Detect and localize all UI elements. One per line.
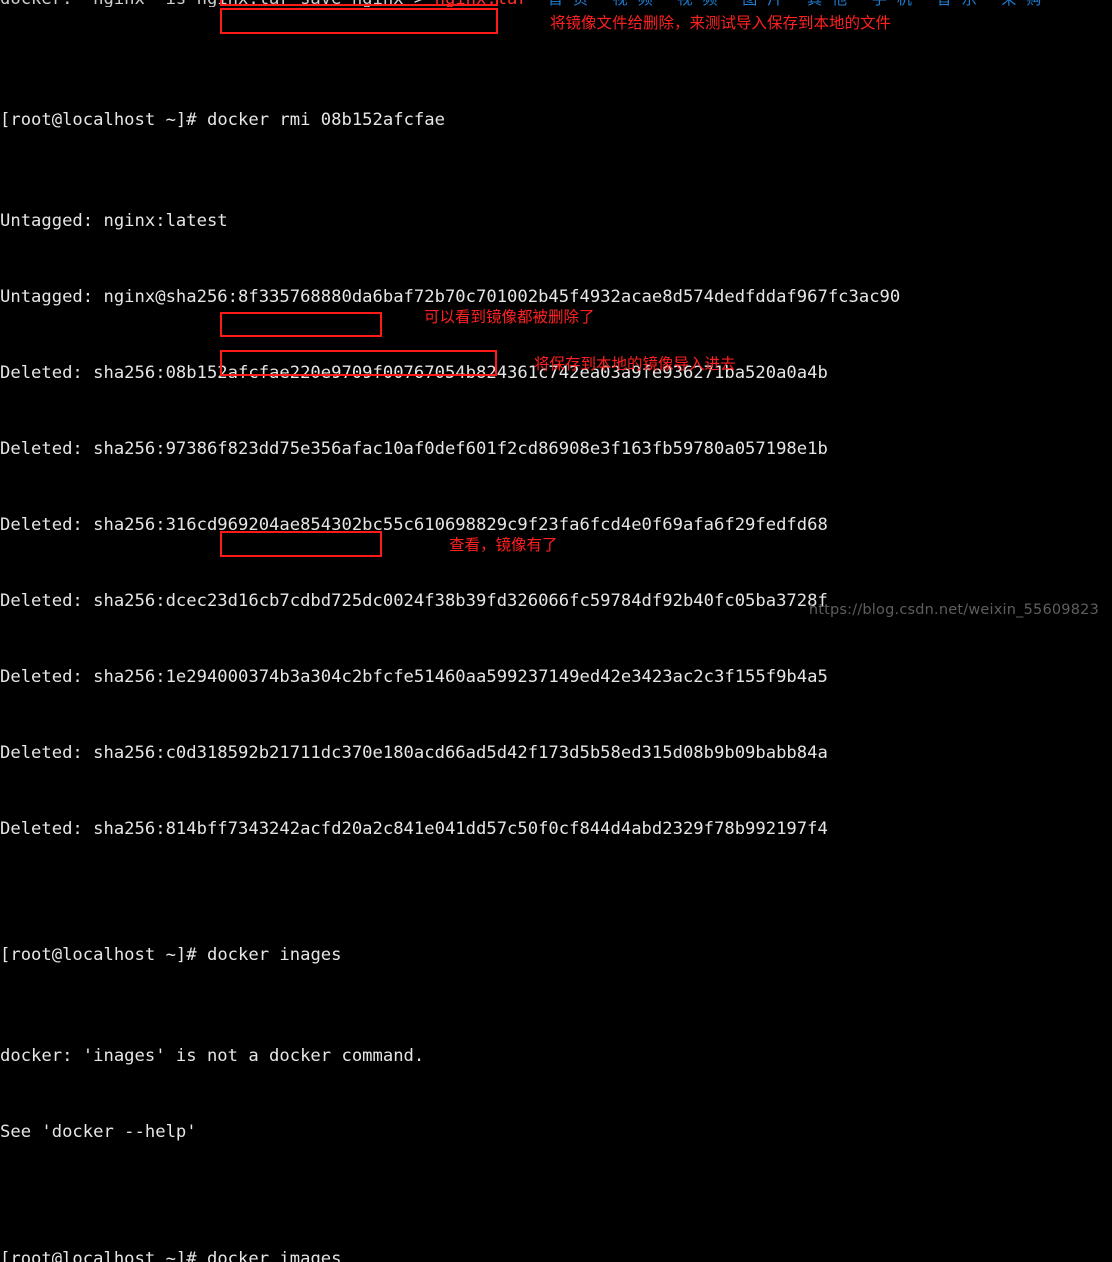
shell-prompt: [root@localhost ~]# [0, 1248, 207, 1262]
clipped-highlight-box [220, 0, 498, 6]
annot-images: 可以看到镜像都被删除了 [424, 308, 595, 326]
terminal-window[interactable]: docker: 'nginx' is nginx.tar save nginx … [0, 0, 1112, 1262]
terminal-line: [root@localhost ~]# docker images [0, 1247, 1112, 1262]
terminal-line: Deleted: sha256:97386f823dd75e356afac10a… [0, 439, 828, 460]
command-docker-rmi[interactable]: docker rmi 08b152afcfae [207, 110, 445, 130]
command-docker-inages[interactable]: docker inages [207, 945, 342, 965]
shell-prompt: [root@localhost ~]# [0, 110, 207, 131]
terminal-line: Deleted: sha256:316cd969204ae854302bc55c… [0, 514, 828, 535]
terminal-output: [root@localhost ~]# docker rmi 08b152afc… [0, 7, 1112, 1262]
terminal-line: Deleted: sha256:814bff7343242acfd20a2c84… [0, 818, 828, 839]
annot-load: 将保存到本地的镜像导入进去 [534, 355, 736, 373]
terminal-line: Deleted: sha256:1e294000374b3a304c2bfcfe… [0, 666, 828, 687]
terminal-line: Untagged: nginx@sha256:8f335768880da6baf… [0, 287, 901, 308]
terminal-line-help-hint: See 'docker --help' [0, 1122, 197, 1143]
terminal-line-error: docker: 'inages' is not a docker command… [0, 1046, 425, 1067]
command-docker-images-first[interactable]: docker images [207, 1249, 342, 1262]
shell-prompt: [root@localhost ~]# [0, 944, 207, 965]
terminal-line: Untagged: nginx:latest [0, 211, 228, 232]
terminal-line: [root@localhost ~]# docker inages [0, 943, 1112, 968]
annot-check: 查看，镜像有了 [449, 536, 558, 554]
watermark: https://blog.csdn.net/weixin_55609823 [808, 601, 1099, 618]
annot-rmi: 将镜像文件给删除，来测试导入保存到本地的文件 [550, 14, 892, 32]
terminal-line: [root@localhost ~]# docker rmi 08b152afc… [0, 108, 1112, 133]
clipped-browser-strip: docker: 'nginx' is nginx.tar save nginx … [0, 0, 1112, 7]
terminal-line: Deleted: sha256:c0d318592b21711dc370e180… [0, 742, 828, 763]
browser-nav-items[interactable]: 首页 视频 视频 图片 其他 手机 音乐 采购 [548, 0, 1051, 7]
